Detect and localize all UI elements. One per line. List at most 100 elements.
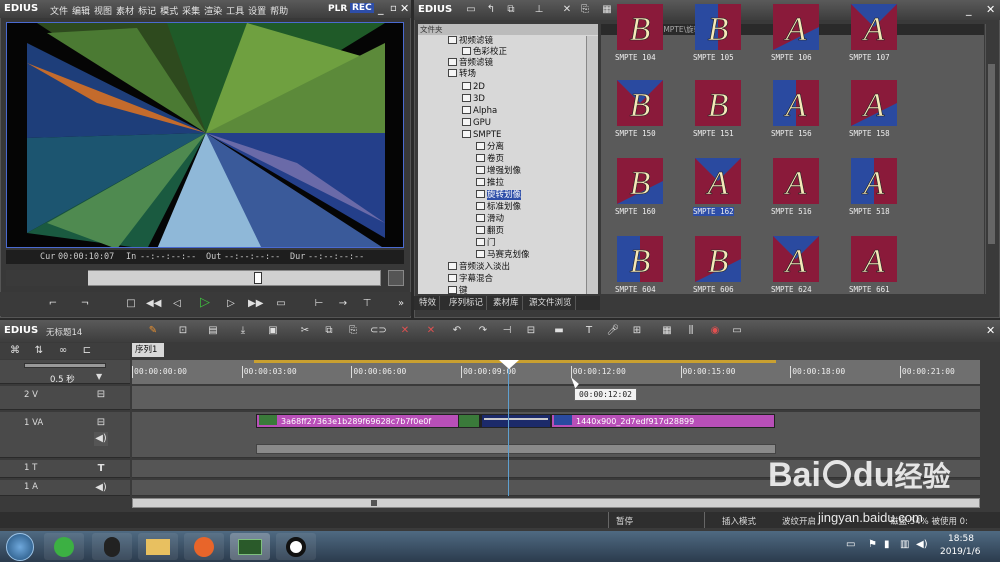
zoom-slider[interactable] <box>24 363 106 368</box>
track-1va[interactable]: 3a68ff27363e1b289f69628c7b7f0e0f 1440x90… <box>132 412 980 458</box>
bin-minimize-icon[interactable]: _ <box>966 3 972 16</box>
step-back-icon[interactable]: ◁ <box>170 297 184 311</box>
effect-thumbnail[interactable]: B <box>695 236 741 282</box>
grid-scrollbar[interactable] <box>985 24 997 294</box>
undo-icon[interactable]: ↶ <box>450 324 464 338</box>
tab-sequence1[interactable]: 序列1 <box>132 343 164 357</box>
timeline-close-icon[interactable]: ✕ <box>986 324 995 337</box>
tree-item-rotate-wipe[interactable]: 旋转划像 <box>476 190 522 201</box>
tree-item-title-mix[interactable]: 字幕混合 <box>448 274 493 285</box>
insert-icon[interactable]: ⊢ <box>312 297 326 311</box>
effect-thumbnail[interactable]: B <box>617 80 663 126</box>
tab-effects[interactable]: 特效 <box>416 296 441 310</box>
tree-item-split[interactable]: 分离 <box>476 142 504 153</box>
timeline-scroll-thumb[interactable] <box>371 500 377 506</box>
tray-battery-icon[interactable]: ▮ <box>884 539 890 550</box>
tree-item-page-curl[interactable]: 卷页 <box>476 154 504 165</box>
delete-clip-icon[interactable]: ✕ <box>398 324 412 338</box>
audio-toggle-1va-icon[interactable]: ◀) <box>94 432 108 446</box>
folder-icon[interactable]: ▭ <box>464 3 478 17</box>
taskbar-app-firefox[interactable] <box>184 533 224 560</box>
tree-item-enhanced-wipe[interactable]: 增强划像 <box>476 166 521 177</box>
tree-item-smpte[interactable]: SMPTE <box>462 130 501 141</box>
menu-mode[interactable]: 模式 <box>160 7 178 17</box>
rec-button[interactable]: REC <box>350 3 374 13</box>
export-icon[interactable]: ⊞ <box>630 324 644 338</box>
window-layout-icon[interactable]: ▭ <box>730 324 744 338</box>
redo-icon[interactable]: ↷ <box>476 324 490 338</box>
capture-icon[interactable]: ⊡ <box>176 324 190 338</box>
tree-item-flip[interactable]: 翻页 <box>476 226 504 237</box>
effect-thumbnail[interactable]: B <box>695 4 741 50</box>
chain-icon[interactable]: ∞ <box>56 344 70 358</box>
copy-icon[interactable]: ⧉ <box>322 324 336 338</box>
menu-clip[interactable]: 素材 <box>116 7 134 17</box>
clock-time[interactable]: 18:58 <box>948 534 974 544</box>
effect-thumbnail[interactable]: A <box>773 158 819 204</box>
timeline-scrollbar[interactable] <box>132 498 980 508</box>
stop-icon[interactable]: □ <box>124 297 138 311</box>
tree-item-3d[interactable]: 3D <box>462 94 485 105</box>
track-2v[interactable] <box>132 386 980 410</box>
mixer-icon[interactable]: ⫼ <box>684 324 698 338</box>
menu-settings[interactable]: 设置 <box>248 7 266 17</box>
bin-close-icon[interactable]: ✕ <box>986 3 995 16</box>
title-track-icon[interactable]: T <box>94 462 108 476</box>
layout-icon[interactable]: ▬ <box>552 324 566 338</box>
taskbar-app-360[interactable] <box>44 533 84 560</box>
minimize-icon[interactable]: _ <box>378 2 384 15</box>
add-to-timeline-icon[interactable]: ⊥ <box>532 3 546 17</box>
menu-render[interactable]: 渲染 <box>204 7 222 17</box>
tab-sequence-markers[interactable]: 序列标记 <box>446 296 488 310</box>
taskbar-app-explorer[interactable] <box>138 533 178 560</box>
tree-item-push[interactable]: 推拉 <box>476 178 504 189</box>
effect-thumbnail[interactable]: A <box>695 158 741 204</box>
overwrite-icon[interactable]: → <box>336 297 350 311</box>
tree-item-gpu[interactable]: GPU <box>462 118 491 129</box>
fast-forward-icon[interactable]: ▶▶ <box>248 297 263 311</box>
properties-icon[interactable]: ⎘ <box>578 3 592 17</box>
taskbar-app-edius[interactable] <box>230 533 270 560</box>
step-forward-icon[interactable]: ▷ <box>224 297 238 311</box>
audio-clip[interactable] <box>256 444 776 454</box>
effect-thumbnail[interactable]: A <box>851 236 897 282</box>
start-button[interactable] <box>6 533 34 561</box>
marker-icon[interactable]: ⊟ <box>524 324 538 338</box>
trim-icon[interactable]: ⊣ <box>500 324 514 338</box>
add-clip-icon[interactable]: ⧉ <box>504 3 518 17</box>
menu-view[interactable]: 视图 <box>94 7 112 17</box>
set-in-icon[interactable]: ⌐ <box>46 297 60 311</box>
tree-item-transitions[interactable]: 转场 <box>448 69 476 80</box>
tab-source-browser[interactable]: 源文件浏览 <box>526 296 576 310</box>
menu-marker[interactable]: 标记 <box>138 7 156 17</box>
audio-track-icon[interactable]: ◀) <box>94 481 108 495</box>
tree-item-2d[interactable]: 2D <box>462 82 485 93</box>
close-icon[interactable]: ✕ <box>400 2 409 15</box>
plr-button[interactable]: PLR <box>328 4 347 14</box>
tree-item-audio-fade[interactable]: 音频淡入淡出 <box>448 262 510 273</box>
taskbar-app-qq[interactable] <box>92 533 132 560</box>
tree-item-alpha[interactable]: Alpha <box>462 106 497 117</box>
play-icon[interactable]: ▷ <box>198 296 212 310</box>
tab-bin[interactable]: 素材库 <box>490 296 523 310</box>
effect-thumbnail[interactable]: A <box>851 4 897 50</box>
tree-item-slide[interactable]: 滑动 <box>476 214 504 225</box>
video-toggle-1va-icon[interactable]: ⊟ <box>94 416 108 430</box>
tray-volume-icon[interactable]: ◀) <box>916 539 928 550</box>
grid-scroll-thumb[interactable] <box>988 64 995 244</box>
menu-file[interactable]: 文件 <box>50 7 68 17</box>
open-icon[interactable]: ▤ <box>206 324 220 338</box>
scrub-end-button[interactable] <box>388 270 404 286</box>
effect-thumbnail[interactable]: B <box>617 158 663 204</box>
effect-thumbnail[interactable]: B <box>617 4 663 50</box>
sync-icon[interactable]: ⇅ <box>32 344 46 358</box>
grid-icon[interactable]: ▦ <box>660 324 674 338</box>
new-sequence-icon[interactable]: ✎ <box>146 324 160 338</box>
playhead-marker[interactable] <box>499 360 519 369</box>
save-icon[interactable]: ▣ <box>266 324 280 338</box>
effect-thumbnail[interactable]: A <box>851 158 897 204</box>
time-ruler[interactable]: 00:00:00:00 00:00:03:00 00:00:06:00 00:00:0… <box>132 360 980 384</box>
tray-keyboard-icon[interactable]: ▭ <box>846 539 855 550</box>
effect-thumbnail[interactable]: A <box>773 4 819 50</box>
track-mode-icon[interactable]: ⌘ <box>8 344 22 358</box>
